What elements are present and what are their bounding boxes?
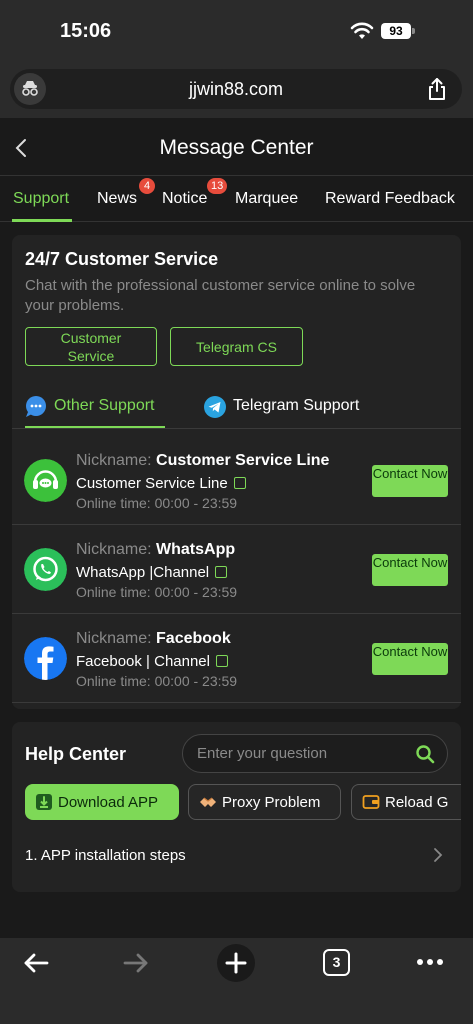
back-arrow-icon[interactable] (22, 952, 50, 974)
tab-active-indicator (12, 219, 72, 222)
chip-label: Proxy Problem (222, 793, 321, 811)
message-tabs: Support News 4 Notice 13 Marquee Reward … (0, 176, 473, 222)
tab-notice[interactable]: Notice (162, 190, 207, 208)
divider (12, 428, 461, 429)
channel-line: WhatsApp |Channel (76, 564, 228, 581)
chip-label: Download APP (58, 793, 159, 811)
customer-service-description: Chat with the professional customer serv… (25, 277, 416, 314)
contact-row: Nickname: Customer Service Line Customer… (12, 436, 461, 525)
nickname-line: Nickname: Facebook (76, 630, 231, 648)
tab-marquee[interactable]: Marquee (235, 190, 298, 208)
browser-address-area: jjwin88.com (0, 62, 473, 118)
proxy-problem-chip[interactable]: Proxy Problem (188, 784, 341, 820)
download-app-chip[interactable]: Download APP (25, 784, 179, 820)
contact-row: Nickname: Facebook Facebook | Channel On… (12, 614, 461, 703)
share-icon[interactable] (426, 77, 448, 101)
online-time: Online time: 00:00 - 23:59 (76, 673, 238, 689)
url-text: jjwin88.com (188, 79, 284, 99)
chip-label: Reload G (385, 793, 449, 811)
nickname-label: Nickname: (76, 452, 152, 469)
more-icon[interactable] (416, 958, 444, 966)
channel-line: Facebook | Channel (76, 653, 228, 670)
customer-service-title: 24/7 Customer Service (25, 249, 219, 269)
news-badge: 4 (139, 178, 155, 194)
help-center-card: Help Center Enter your question Download… (12, 722, 461, 892)
tab-other-support[interactable]: Other Support (54, 397, 155, 415)
telegram-icon (204, 396, 226, 418)
nickname-label: Nickname: (76, 541, 152, 558)
nickname-value: Facebook (156, 630, 231, 647)
contact-now-button[interactable]: Contact Now (372, 465, 448, 497)
question-search-input[interactable]: Enter your question (182, 734, 448, 773)
nickname-line: Nickname: WhatsApp (76, 541, 235, 559)
page-title: Message Center (159, 136, 314, 159)
status-bar: 15:06 93 (0, 0, 473, 62)
nickname-value: WhatsApp (156, 541, 236, 558)
chevron-right-icon[interactable] (432, 846, 444, 864)
nickname-value: Customer Service Line (156, 452, 330, 469)
whatsapp-icon (24, 548, 67, 591)
battery-tip (412, 28, 415, 34)
search-icon[interactable] (415, 744, 435, 764)
battery-indicator: 93 (381, 23, 411, 39)
handshake-icon (200, 797, 216, 807)
chat-bubble-icon (26, 396, 46, 417)
reload-chip[interactable]: Reload G (351, 784, 461, 820)
contact-row: Nickname: WhatsApp WhatsApp |Channel Onl… (12, 525, 461, 614)
wifi-icon (350, 22, 374, 39)
tabs-count-button[interactable]: 3 (323, 949, 350, 976)
channel-name: WhatsApp |Channel (76, 564, 210, 581)
contact-now-button[interactable]: Contact Now (372, 554, 448, 586)
customer-service-card: 24/7 Customer Service Chat with the prof… (12, 235, 461, 709)
nickname-label: Nickname: (76, 630, 152, 647)
tab-telegram-support[interactable]: Telegram Support (233, 397, 359, 415)
copy-icon[interactable] (233, 477, 246, 489)
tab-reward-feedback[interactable]: Reward Feedback (325, 190, 455, 208)
headset-icon (24, 459, 67, 502)
browser-toolbar: 3 (0, 938, 473, 1024)
forward-arrow-icon[interactable] (122, 952, 150, 974)
copy-icon[interactable] (215, 655, 228, 667)
contact-now-button[interactable]: Contact Now (372, 643, 448, 675)
new-tab-icon[interactable] (216, 943, 256, 983)
online-time: Online time: 00:00 - 23:59 (76, 495, 238, 511)
search-placeholder: Enter your question (197, 745, 328, 762)
facebook-icon (24, 637, 67, 680)
page-header: Message Center (0, 120, 473, 176)
help-center-title: Help Center (25, 744, 127, 764)
telegram-cs-button[interactable]: Telegram CS (170, 327, 303, 366)
tab-support[interactable]: Support (13, 190, 69, 208)
status-time: 15:06 (60, 20, 112, 42)
channel-name: Customer Service Line (76, 475, 228, 492)
address-bar[interactable]: jjwin88.com (10, 69, 462, 109)
wallet-icon (362, 795, 380, 809)
channel-line: Customer Service Line (76, 475, 246, 492)
download-icon (36, 794, 52, 810)
copy-icon[interactable] (215, 566, 228, 578)
tab-news[interactable]: News (97, 190, 137, 208)
channel-name: Facebook | Channel (76, 653, 210, 670)
faq-item[interactable]: 1. APP installation steps (25, 847, 186, 864)
nickname-line: Nickname: Customer Service Line (76, 452, 329, 470)
customer-service-button[interactable]: Customer Service (25, 327, 157, 366)
notice-badge: 13 (207, 178, 228, 194)
online-time: Online time: 00:00 - 23:59 (76, 584, 238, 600)
